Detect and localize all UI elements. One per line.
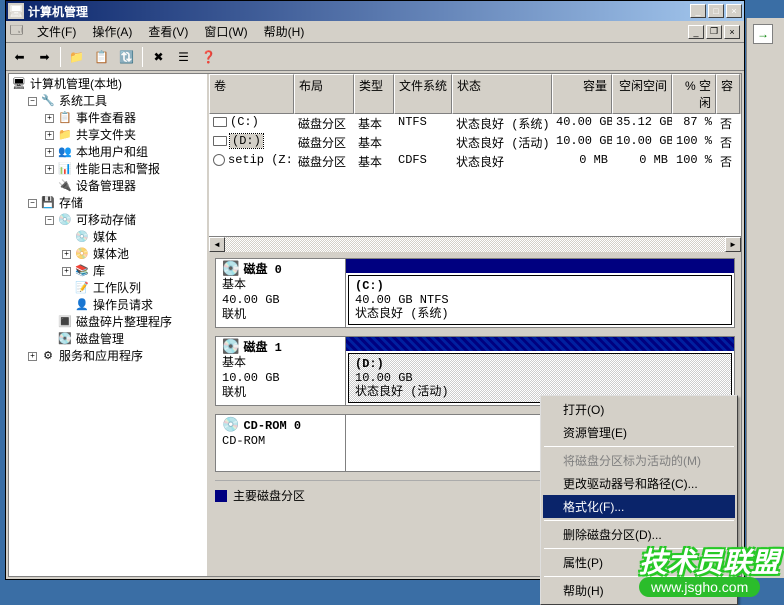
menu-window[interactable]: 窗口(W): [196, 21, 255, 42]
ctx-explore[interactable]: 资源管理(E): [543, 421, 735, 444]
mmc-icon: 🗔: [10, 21, 23, 42]
minimize-button[interactable]: _: [690, 4, 706, 18]
disk-icon: 💽: [222, 340, 239, 356]
header-type[interactable]: 类型: [354, 74, 394, 114]
legend-primary-box: [215, 490, 227, 502]
header-layout[interactable]: 布局: [294, 74, 354, 114]
header-volume[interactable]: 卷: [209, 74, 294, 114]
forward-button[interactable]: ➡: [33, 46, 56, 68]
properties-button[interactable]: 📋: [90, 46, 113, 68]
close-button[interactable]: ×: [726, 4, 742, 18]
tree-media[interactable]: 💿媒体: [62, 229, 205, 246]
ctx-mark-active: 将磁盘分区标为活动的(M): [543, 449, 735, 472]
disk-0-partition[interactable]: (C:) 40.00 GB NTFS 状态良好 (系统): [346, 259, 734, 327]
list-header: 卷 布局 类型 文件系统 状态 容量 空闲空间 % 空闲 容: [209, 74, 741, 114]
watermark: 技术员联盟 www.jsgho.com: [639, 541, 779, 597]
menubar: 🗔 文件(F) 操作(A) 查看(V) 窗口(W) 帮助(H) _ ❐ ×: [6, 21, 744, 43]
header-capacity[interactable]: 容量: [552, 74, 612, 114]
volume-row-c[interactable]: (C:) 磁盘分区 基本 NTFS 状态良好 (系统) 40.00 GB 35.…: [209, 114, 741, 133]
delete-button[interactable]: ✖: [147, 46, 170, 68]
disk-0-row[interactable]: 💽磁盘 0 基本 40.00 GB 联机 (C:) 40.00 GB NTFS …: [215, 258, 735, 328]
header-free[interactable]: 空闲空间: [612, 74, 672, 114]
toolbar: ⬅ ➡ 📁 📋 🔃 ✖ ☰ ❓: [6, 43, 744, 71]
header-fault[interactable]: 容: [716, 74, 740, 114]
header-filesystem[interactable]: 文件系统: [394, 74, 452, 114]
watermark-url: www.jsgho.com: [639, 577, 760, 597]
partition-bar-active: [346, 337, 734, 351]
cdrom-icon: 💿: [222, 418, 239, 434]
tree-defrag[interactable]: 🔳磁盘碎片整理程序: [45, 314, 205, 331]
settings-button[interactable]: ☰: [172, 46, 195, 68]
volume-row-d[interactable]: (D:) 磁盘分区 基本 状态良好 (活动) 10.00 GB 10.00 GB…: [209, 133, 741, 152]
tree-panel[interactable]: 🖥计算机管理(本地) −🔧系统工具 +📋事件查看器 +📁共享文件夹 +👥本地用户…: [9, 74, 209, 576]
refresh-button[interactable]: 🔃: [115, 46, 138, 68]
menu-help[interactable]: 帮助(H): [256, 21, 313, 42]
tree-removable[interactable]: −💿可移动存储: [45, 212, 205, 229]
scroll-right-button[interactable]: ►: [725, 237, 741, 252]
tree-root[interactable]: 🖥计算机管理(本地): [11, 76, 205, 93]
hdd-icon: [213, 136, 227, 146]
tree-local-users[interactable]: +👥本地用户和组: [45, 144, 205, 161]
menu-action[interactable]: 操作(A): [84, 21, 140, 42]
disk-1-label: 💽磁盘 1 基本 10.00 GB 联机: [216, 337, 346, 405]
help-button[interactable]: ❓: [197, 46, 220, 68]
tree-system-tools[interactable]: −🔧系统工具: [28, 93, 205, 110]
cdrom-label: 💿CD-ROM 0 CD-ROM: [216, 415, 346, 471]
horizontal-scrollbar[interactable]: ◄ ►: [209, 236, 741, 252]
menu-file[interactable]: 文件(F): [29, 21, 84, 42]
titlebar: 🖥 计算机管理 _ □ ×: [6, 1, 744, 21]
tree-services[interactable]: +⚙服务和应用程序: [28, 348, 205, 365]
maximize-button[interactable]: □: [708, 4, 724, 18]
hdd-icon: [213, 117, 227, 127]
side-action-button[interactable]: →: [753, 24, 773, 44]
disk-icon: 💽: [222, 262, 239, 278]
watermark-text: 技术员联盟: [639, 541, 779, 581]
window-title: 计算机管理: [28, 3, 688, 20]
tree-media-pool[interactable]: +📀媒体池: [62, 246, 205, 263]
ctx-open[interactable]: 打开(O): [543, 398, 735, 421]
back-button[interactable]: ⬅: [8, 46, 31, 68]
menu-view[interactable]: 查看(V): [140, 21, 196, 42]
tree-device-mgr[interactable]: 🔌设备管理器: [45, 178, 205, 195]
tree-event-viewer[interactable]: +📋事件查看器: [45, 110, 205, 127]
tree-perf-logs[interactable]: +📊性能日志和警报: [45, 161, 205, 178]
mdi-restore-button[interactable]: ❐: [706, 25, 722, 39]
mdi-close-button[interactable]: ×: [724, 25, 740, 39]
side-strip: →: [746, 18, 784, 578]
ctx-format[interactable]: 格式化(F)...: [543, 495, 735, 518]
tree-shared-folders[interactable]: +📁共享文件夹: [45, 127, 205, 144]
mdi-minimize-button[interactable]: _: [688, 25, 704, 39]
header-pct[interactable]: % 空闲: [672, 74, 716, 114]
disk-0-label: 💽磁盘 0 基本 40.00 GB 联机: [216, 259, 346, 327]
tree-operator-req[interactable]: 👤操作员请求: [62, 297, 205, 314]
partition-bar: [346, 259, 734, 273]
up-button[interactable]: 📁: [65, 46, 88, 68]
header-status[interactable]: 状态: [452, 74, 552, 114]
scroll-left-button[interactable]: ◄: [209, 237, 225, 252]
tree-library[interactable]: +📚库: [62, 263, 205, 280]
app-icon: 🖥: [8, 3, 24, 19]
volume-list[interactable]: 卷 布局 类型 文件系统 状态 容量 空闲空间 % 空闲 容 (C:) 磁盘分区…: [209, 74, 741, 236]
ctx-change-drive[interactable]: 更改驱动器号和路径(C)...: [543, 472, 735, 495]
volume-row-z[interactable]: setip (Z:) 磁盘分区 基本 CDFS 状态良好 0 MB 0 MB 1…: [209, 152, 741, 171]
tree-work-queue[interactable]: 📝工作队列: [62, 280, 205, 297]
tree-disk-mgmt[interactable]: 💽磁盘管理: [45, 331, 205, 348]
cd-icon: [213, 154, 225, 166]
tree-storage[interactable]: −💾存储: [28, 195, 205, 212]
